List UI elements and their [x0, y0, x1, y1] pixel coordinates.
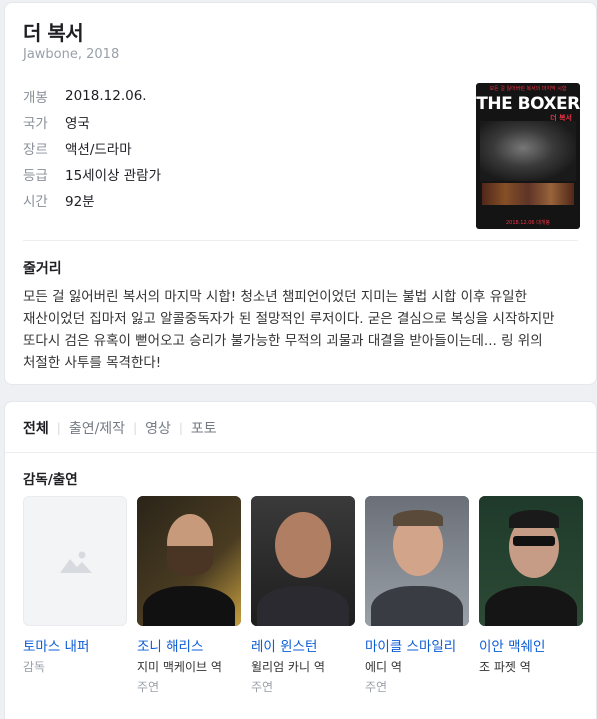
info-key: 개봉 — [23, 90, 48, 106]
tab-separator: | — [56, 421, 61, 435]
cast-item[interactable]: 레이 윈스턴 윌리엄 카니 역 주연 — [251, 496, 356, 695]
movie-title: 더 복서 — [23, 21, 84, 45]
profile-photo[interactable] — [479, 496, 583, 626]
cast-kind: 주연 — [251, 680, 274, 694]
cast-item[interactable]: 이안 맥쉐인 조 파젯 역 — [479, 496, 584, 695]
info-row-runtime: 시간 92분 — [23, 187, 161, 213]
cast-role: 지미 맥케이브 역 — [137, 660, 222, 674]
cast-name[interactable]: 이안 맥쉐인 — [479, 635, 584, 655]
cast-role: 에디 역 — [365, 660, 402, 674]
cast-name[interactable]: 토마스 내퍼 — [23, 635, 128, 655]
profile-photo[interactable] — [365, 496, 469, 626]
tab-cast-crew[interactable]: 출연/제작 — [69, 418, 125, 438]
cast-role: 윌리엄 카니 역 — [251, 660, 325, 674]
cast-item[interactable]: 토마스 내퍼 감독 — [23, 496, 128, 695]
cast-item[interactable]: 마이클 스마일리 에디 역 주연 — [365, 496, 470, 695]
tab-separator: | — [133, 421, 138, 435]
poster-cast-strip — [482, 183, 574, 205]
cast-name[interactable]: 조니 해리스 — [137, 635, 242, 655]
info-row-genre: 장르 액션/드라마 — [23, 135, 161, 161]
info-row-release: 개봉 2018.12.06. — [23, 83, 161, 109]
poster-boxer-image — [480, 121, 576, 181]
cast-heading: 감독/출연 — [23, 472, 78, 488]
info-value: 2018.12.06. — [65, 88, 147, 104]
profile-photo[interactable] — [251, 496, 355, 626]
movie-info-card: 더 복서 Jawbone, 2018 개봉 2018.12.06. 국가 영국 … — [4, 2, 597, 385]
synopsis-heading: 줄거리 — [23, 261, 62, 277]
movie-info-list: 개봉 2018.12.06. 국가 영국 장르 액션/드라마 등급 15세이상 … — [23, 83, 161, 213]
synopsis-text: 모든 걸 잃어버린 복서의 마지막 시합! 청소년 챔피언이었던 지미는 불법 … — [23, 289, 555, 371]
cast-name[interactable]: 레이 윈스턴 — [251, 635, 356, 655]
cast-kind: 주연 — [137, 680, 160, 694]
movie-poster[interactable]: 모든 걸 잃어버린 복서의 마지막 시합 THE BOXER 더 복서 2018… — [476, 83, 580, 229]
cast-item[interactable]: 조니 해리스 지미 맥케이브 역 주연 — [137, 496, 242, 695]
cast-name[interactable]: 마이클 스마일리 — [365, 635, 470, 655]
info-row-rating: 등급 15세이상 관람가 — [23, 161, 161, 187]
image-placeholder-icon — [60, 551, 92, 573]
movie-subtitle: Jawbone, 2018 — [23, 47, 120, 62]
info-row-country: 국가 영국 — [23, 109, 161, 135]
profile-photo-placeholder[interactable] — [23, 496, 127, 626]
profile-photo[interactable] — [137, 496, 241, 626]
info-key: 국가 — [23, 116, 48, 132]
tab-bar: 전체 | 출연/제작 | 영상 | 포토 — [23, 418, 217, 438]
tab-photo[interactable]: 포토 — [191, 418, 217, 438]
info-value: 15세이상 관람가 — [65, 168, 161, 184]
cast-list: 토마스 내퍼 감독 조니 해리스 지미 맥케이브 역 주연 레이 윈스턴 윌리엄 — [23, 496, 584, 695]
poster-release-text: 2018.12.06 대개봉 — [505, 220, 551, 226]
cast-role: 감독 — [23, 660, 46, 674]
cast-role: 조 파젯 역 — [479, 660, 531, 674]
tab-separator: | — [178, 421, 183, 435]
divider — [23, 240, 578, 241]
cast-kind: 주연 — [365, 680, 388, 694]
info-key: 장르 — [23, 142, 48, 158]
cast-card: 전체 | 출연/제작 | 영상 | 포토 감독/출연 토마스 내퍼 감독 조니 … — [4, 401, 597, 719]
divider — [5, 452, 596, 453]
info-key: 시간 — [23, 194, 48, 210]
poster-title: THE BOXER — [476, 94, 580, 114]
info-value: 영국 — [65, 116, 90, 132]
info-value: 92분 — [65, 194, 95, 210]
tab-video[interactable]: 영상 — [145, 418, 171, 438]
tab-all[interactable]: 전체 — [23, 418, 49, 438]
info-key: 등급 — [23, 168, 48, 184]
info-value: 액션/드라마 — [65, 142, 132, 158]
poster-tagline: 모든 걸 잃어버린 복서의 마지막 시합 — [489, 86, 567, 92]
